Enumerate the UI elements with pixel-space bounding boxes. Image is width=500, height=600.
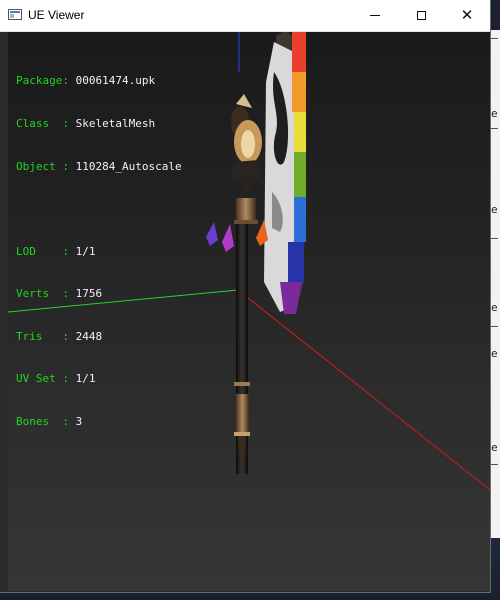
tris-label: Tris : <box>16 329 69 343</box>
weapon-head <box>230 94 264 224</box>
title-bar[interactable]: UE Viewer ✕ <box>0 0 490 32</box>
bg-fragment: e <box>491 441 498 454</box>
tris-value: 2448 <box>75 329 103 343</box>
class-label: Class : <box>16 117 69 130</box>
close-button[interactable]: ✕ <box>444 0 490 31</box>
x-axis <box>237 289 490 491</box>
maximize-button[interactable] <box>398 0 444 31</box>
bg-dash <box>490 128 498 129</box>
uvset-value: 1/1 <box>75 372 96 386</box>
3d-viewport[interactable]: Package: 00061474.upk Class : SkeletalMe… <box>8 32 490 591</box>
gem-magenta <box>222 224 234 252</box>
bg-dash <box>490 464 498 465</box>
bg-dash <box>490 238 498 239</box>
bg-fragment: e <box>491 301 498 314</box>
gem-purple <box>206 222 218 246</box>
object-value: 110284_Autoscale <box>75 159 182 173</box>
package-label: Package: <box>16 74 69 88</box>
bg-dash <box>490 38 498 39</box>
rainbow-shield <box>264 32 306 314</box>
ue-viewer-window: UE Viewer ✕ Package: 00061474.upk Class … <box>0 0 490 592</box>
bg-dash <box>490 326 498 327</box>
close-icon: ✕ <box>460 6 474 24</box>
verts-value: 1756 <box>75 287 103 301</box>
minimize-icon <box>370 15 380 16</box>
object-label: Object : <box>16 159 69 173</box>
background-window-right: e e e e e <box>490 30 500 538</box>
bg-fragment: e <box>491 107 498 120</box>
bg-fragment: e <box>491 347 498 360</box>
minimize-button[interactable] <box>352 0 398 31</box>
window-title: UE Viewer <box>28 8 85 22</box>
lod-label: LOD : <box>16 244 69 258</box>
package-value: 00061474.upk <box>75 74 156 88</box>
class-value: SkeletalMesh <box>75 117 156 130</box>
bones-value: 3 <box>75 414 83 428</box>
lod-value: 1/1 <box>75 244 96 258</box>
bg-fragment: e <box>491 203 498 216</box>
maximize-icon <box>416 11 426 20</box>
mesh-info-panel: Package: 00061474.upk Class : SkeletalMe… <box>16 46 182 458</box>
uvset-label: UV Set : <box>16 372 69 386</box>
bones-label: Bones : <box>16 414 69 428</box>
ue-viewer-window-icon[interactable] <box>8 9 22 20</box>
verts-label: Verts : <box>16 287 69 301</box>
